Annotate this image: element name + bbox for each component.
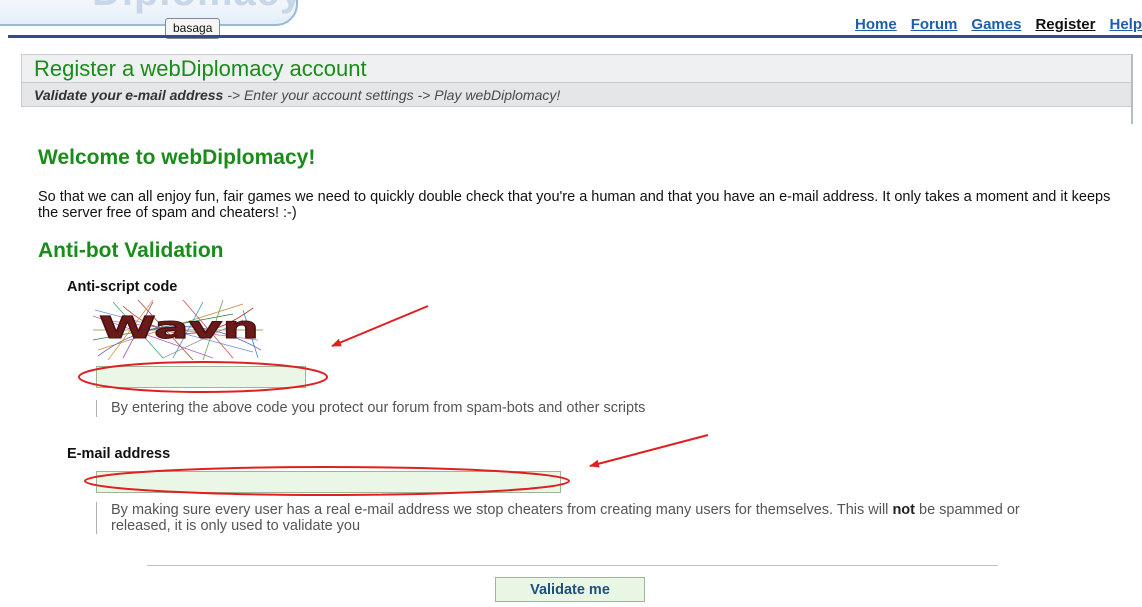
site-logo-text: Diplomacy — [92, 0, 303, 15]
registration-steps: Validate your e-mail address -> Enter yo… — [21, 82, 1132, 107]
email-input[interactable] — [96, 471, 561, 493]
page-title: Register a webDiplomacy account — [34, 56, 367, 81]
captcha-image: Wavn — [93, 300, 265, 360]
captcha-hint: By entering the above code you protect o… — [96, 400, 645, 417]
nav-forum-link[interactable]: Forum — [911, 16, 958, 33]
antibot-heading: Anti-bot Validation — [38, 239, 224, 262]
content-border — [1131, 54, 1133, 124]
email-label: E-mail address — [67, 446, 171, 462]
captcha-arrow — [331, 305, 429, 347]
nav-register-link[interactable]: Register — [1035, 16, 1095, 33]
captcha-code-text: Wavn — [99, 311, 259, 346]
current-step: Validate your e-mail address — [34, 87, 224, 103]
email-arrow — [589, 434, 709, 468]
top-navigation: Home Forum Games Register Help — [841, 16, 1142, 34]
captcha-label: Anti-script code — [67, 279, 178, 295]
welcome-heading: Welcome to webDiplomacy! — [38, 146, 316, 169]
welcome-text: So that we can all enjoy fun, fair games… — [38, 189, 1111, 221]
email-hint: By making sure every user has a real e-m… — [96, 502, 1031, 534]
nav-home-link[interactable]: Home — [855, 16, 897, 33]
nav-help-link[interactable]: Help — [1109, 16, 1142, 33]
form-divider — [147, 565, 998, 566]
nav-games-link[interactable]: Games — [971, 16, 1021, 33]
header-divider — [8, 35, 1142, 38]
captcha-input[interactable] — [96, 366, 306, 388]
remaining-steps: -> Enter your account settings -> Play w… — [223, 87, 561, 103]
validate-button[interactable]: Validate me — [495, 577, 645, 602]
page-title-bar: Register a webDiplomacy account — [21, 54, 1132, 82]
email-hint-emphasis: not — [892, 502, 915, 518]
email-hint-text: By making sure every user has a real e-m… — [111, 502, 893, 518]
